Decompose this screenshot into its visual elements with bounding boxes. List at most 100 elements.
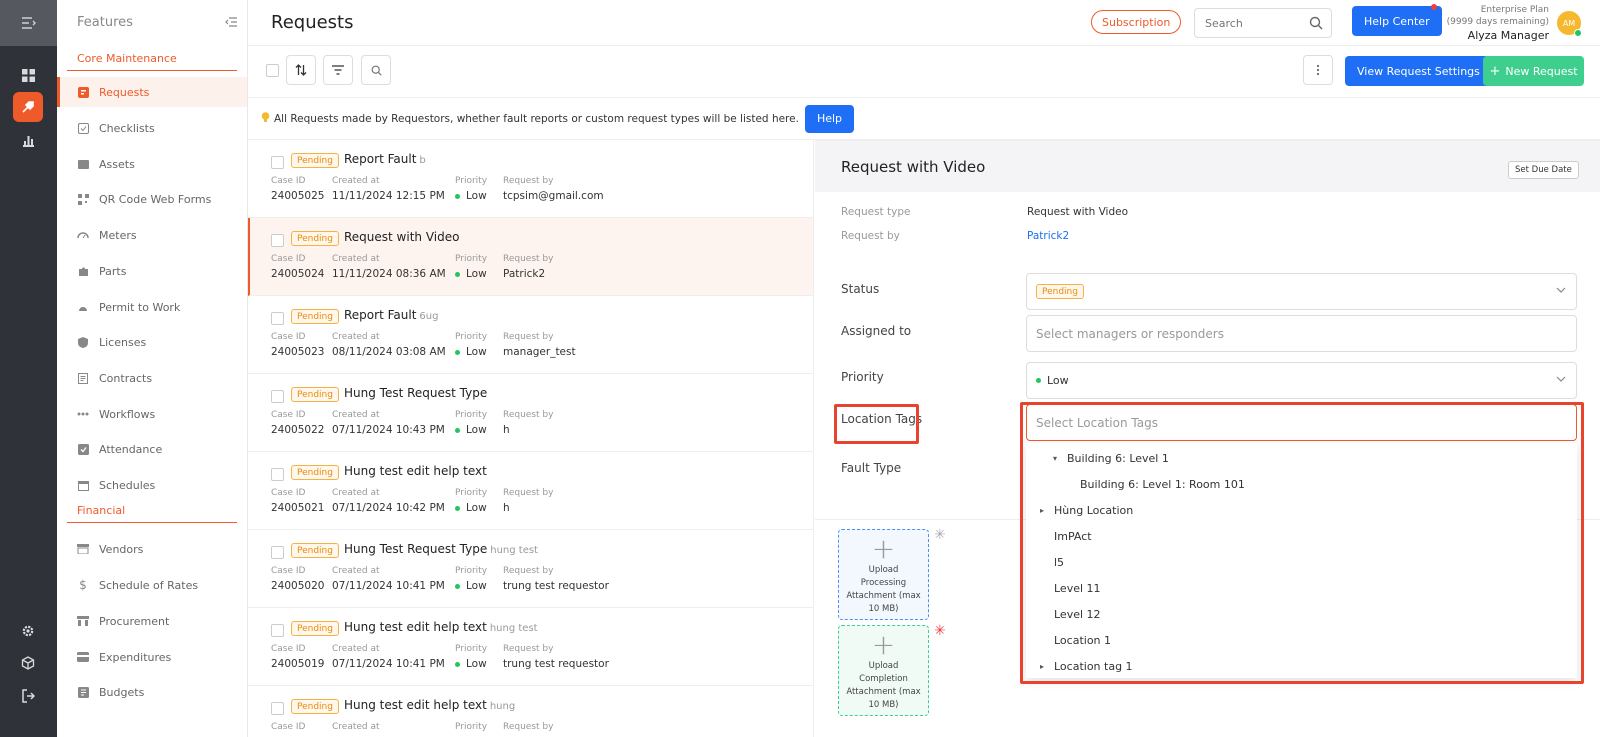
sidebar-item-qr-code-web-forms[interactable]: QR Code Web Forms bbox=[57, 184, 247, 214]
sidebar-item-label: Workflows bbox=[99, 407, 156, 421]
location-option[interactable]: ImPAct bbox=[1026, 523, 1577, 549]
request-by-link[interactable]: Patrick2 bbox=[1027, 230, 1069, 242]
sidebar-item-contracts[interactable]: Contracts bbox=[57, 363, 247, 393]
workflow-icon bbox=[76, 407, 90, 421]
sidebar-item-meters[interactable]: Meters bbox=[57, 220, 247, 250]
logout-icon[interactable] bbox=[13, 681, 43, 711]
sort-button[interactable] bbox=[286, 55, 316, 85]
row-checkbox[interactable] bbox=[271, 624, 284, 637]
asset-icon bbox=[76, 157, 90, 171]
status-select[interactable]: Pending bbox=[1026, 273, 1577, 310]
field-label: Priority bbox=[455, 176, 488, 186]
set-due-date-button[interactable]: Set Due Date bbox=[1508, 161, 1579, 179]
request-title: Report Fault b bbox=[344, 152, 426, 166]
location-option[interactable]: ▸ Location tag 1 bbox=[1026, 653, 1577, 678]
row-checkbox[interactable] bbox=[271, 234, 284, 247]
sidebar-item-requests[interactable]: Requests bbox=[57, 77, 247, 107]
row-checkbox[interactable] bbox=[271, 702, 284, 715]
request-title-text: Hung Test Request Type bbox=[344, 542, 488, 556]
location-option-label: Location 1 bbox=[1054, 633, 1112, 647]
request-subtitle: 6ug bbox=[419, 311, 439, 322]
sidebar-item-schedule-of-rates[interactable]: $ Schedule of Rates bbox=[57, 570, 247, 600]
upload-completion-attachment[interactable]: + Upload Completion Attachment (max 10 M… bbox=[838, 625, 929, 716]
analytics-icon[interactable] bbox=[13, 125, 43, 155]
request-row[interactable]: Pending Hung Test Request Type Case ID 2400… bbox=[248, 374, 813, 452]
sidebar-item-schedules[interactable]: Schedules bbox=[57, 470, 247, 500]
row-checkbox[interactable] bbox=[271, 312, 284, 325]
request-row[interactable]: Pending Hung test edit help text hung test… bbox=[248, 608, 813, 686]
case-id-value: 24005025 bbox=[271, 190, 325, 202]
select-all-checkbox[interactable] bbox=[266, 64, 279, 77]
created-value: 11/11/2024 08:36 AM bbox=[332, 268, 446, 280]
case-id-value: 24005023 bbox=[271, 346, 325, 358]
request-row[interactable]: Pending Hung test edit help text hung Case … bbox=[248, 686, 813, 737]
field-label: Created at bbox=[332, 176, 380, 186]
request-row[interactable]: Pending Request with Video Case ID 24005024… bbox=[248, 218, 813, 296]
search-input[interactable] bbox=[1205, 9, 1305, 37]
sidebar-item-permit-to-work[interactable]: Permit to Work bbox=[57, 292, 247, 322]
priority-text: Low bbox=[466, 190, 487, 202]
row-checkbox[interactable] bbox=[271, 468, 284, 481]
priority-select[interactable]: Low bbox=[1026, 362, 1577, 399]
row-checkbox[interactable] bbox=[271, 546, 284, 559]
sidebar-item-vendors[interactable]: Vendors bbox=[57, 534, 247, 564]
created-value: 07/11/2024 10:42 PM bbox=[332, 502, 445, 514]
search-toggle-button[interactable] bbox=[361, 55, 391, 85]
subscription-button[interactable]: Subscription bbox=[1091, 10, 1182, 34]
filter-button[interactable] bbox=[323, 55, 353, 85]
location-tags-input[interactable] bbox=[1036, 415, 1549, 430]
by-value: trung test requestor bbox=[503, 658, 609, 670]
assigned-to-input[interactable] bbox=[1036, 326, 1549, 341]
sidebar-item-licenses[interactable]: Licenses bbox=[57, 327, 247, 357]
location-option[interactable]: ▾ Building 6: Level 1 bbox=[1026, 445, 1577, 471]
created-value: 11/11/2024 12:15 PM bbox=[332, 190, 445, 202]
sidebar-item-procurement[interactable]: Procurement bbox=[57, 606, 247, 636]
sidebar-item-assets[interactable]: Assets bbox=[57, 149, 247, 179]
field-label: Case ID bbox=[271, 566, 306, 576]
rail-toggle[interactable] bbox=[0, 0, 57, 46]
help-button[interactable]: Help bbox=[804, 104, 855, 133]
location-option[interactable]: Level 12 bbox=[1026, 601, 1577, 627]
sidebar-item-attendance[interactable]: Attendance bbox=[57, 434, 247, 464]
field-label: Request by bbox=[503, 254, 554, 264]
field-label: Priority bbox=[455, 410, 488, 420]
caret-down-icon[interactable]: ▾ bbox=[1053, 454, 1067, 463]
settings-icon[interactable] bbox=[13, 616, 43, 646]
request-row[interactable]: Pending Hung test edit help text Case ID 24… bbox=[248, 452, 813, 530]
sidebar-item-parts[interactable]: Parts bbox=[57, 256, 247, 286]
location-option[interactable]: Location 1 bbox=[1026, 627, 1577, 653]
upload-processing-attachment[interactable]: + Upload Processing Attachment (max 10 M… bbox=[838, 529, 929, 620]
sidebar-item-checklists[interactable]: Checklists bbox=[57, 113, 247, 143]
plus-icon: + bbox=[1489, 63, 1501, 79]
sidebar-item-expenditures[interactable]: Expenditures bbox=[57, 642, 247, 672]
more-options-button[interactable] bbox=[1303, 55, 1333, 85]
row-checkbox[interactable] bbox=[271, 390, 284, 403]
request-row[interactable]: Pending Hung Test Request Type hung test Ca… bbox=[248, 530, 813, 608]
dashboard-icon[interactable] bbox=[13, 60, 43, 90]
request-row[interactable]: Pending Report Fault b Case ID 24005025 Creat… bbox=[248, 140, 813, 218]
sidebar-item-workflows[interactable]: Workflows bbox=[57, 399, 247, 429]
location-option[interactable]: Building 6: Level 1: Room 101 bbox=[1026, 471, 1577, 497]
box-icon[interactable] bbox=[13, 648, 43, 678]
new-request-button[interactable]: + New Request bbox=[1483, 56, 1584, 86]
view-request-settings-button[interactable]: View Request Settings bbox=[1345, 56, 1492, 86]
row-checkbox[interactable] bbox=[271, 156, 284, 169]
location-option[interactable]: ▸ Hùng Location bbox=[1026, 497, 1577, 523]
qr-code-icon bbox=[76, 192, 90, 206]
search-icon[interactable] bbox=[1309, 16, 1323, 30]
caret-right-icon[interactable]: ▸ bbox=[1040, 662, 1054, 671]
sidebar-item-budgets[interactable]: Budgets bbox=[57, 677, 247, 707]
field-label: Case ID bbox=[271, 488, 306, 498]
caret-right-icon[interactable]: ▸ bbox=[1040, 506, 1054, 515]
location-option[interactable]: l5 bbox=[1026, 549, 1577, 575]
location-option[interactable]: Level 11 bbox=[1026, 575, 1577, 601]
maintenance-icon[interactable] bbox=[13, 92, 43, 122]
collapse-sidebar-icon[interactable] bbox=[225, 17, 237, 27]
priority-text: Low bbox=[466, 424, 487, 436]
priority-dot bbox=[455, 193, 460, 199]
assigned-to-field[interactable] bbox=[1026, 315, 1577, 352]
location-tags-field[interactable] bbox=[1026, 404, 1577, 441]
request-row[interactable]: Pending Report Fault 6ug Case ID 24005023 Cre… bbox=[248, 296, 813, 374]
top-header: Requests Subscription Help Center Enterp… bbox=[248, 0, 1600, 46]
user-name[interactable]: Alyza Manager bbox=[1418, 30, 1549, 42]
